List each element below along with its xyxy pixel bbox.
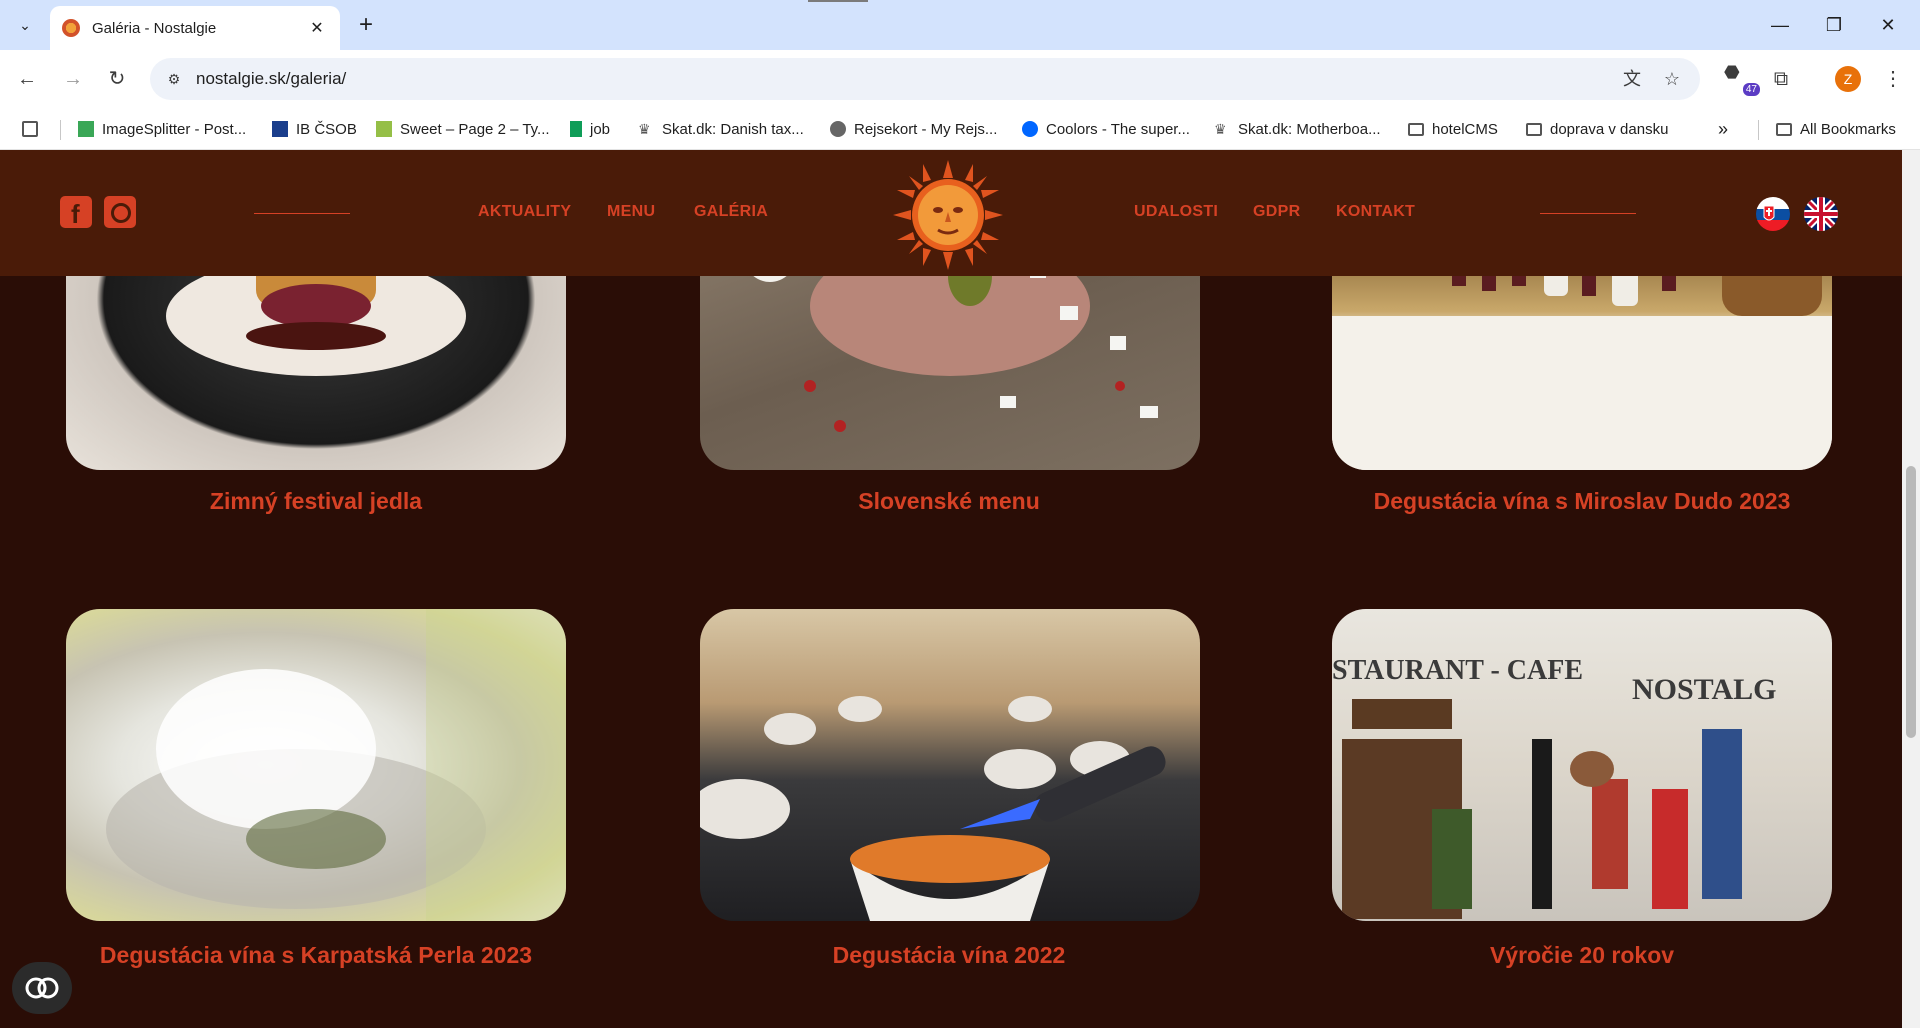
nav-galeria[interactable]: GALÉRIA	[694, 203, 768, 221]
shopify-icon	[376, 121, 392, 137]
back-arrow-icon[interactable]: ←	[12, 64, 42, 94]
gallery-title-miroslav-dudo[interactable]: Degustácia vína s Miroslav Dudo 2023	[1262, 488, 1902, 515]
svg-text:STAURANT - CAFE: STAURANT - CAFE	[1332, 655, 1583, 686]
bookmark-rejsekort[interactable]: Rejsekort - My Rejs...	[830, 118, 997, 140]
reload-icon[interactable]: ↻	[102, 64, 132, 94]
coolors-icon	[1022, 121, 1038, 137]
sun-logo-icon[interactable]	[893, 160, 1003, 270]
scrollbar-thumb[interactable]	[1906, 466, 1916, 738]
bookmark-star-icon[interactable]: ☆	[1660, 67, 1684, 91]
nav-aktuality[interactable]: AKTUALITY	[478, 203, 571, 221]
forward-arrow-icon[interactable]: →	[58, 64, 88, 94]
bookmark-job[interactable]: job	[570, 118, 610, 140]
extension-badge-count: 47	[1742, 83, 1760, 96]
bookmark-separator	[1758, 120, 1759, 140]
folder-icon	[1776, 122, 1792, 136]
gallery-title-vyrocie-20[interactable]: Výročie 20 rokov	[1262, 942, 1902, 969]
cookie-settings-icon	[25, 977, 59, 999]
page-scrollbar[interactable]	[1902, 150, 1920, 1028]
instagram-icon[interactable]	[104, 196, 136, 228]
restore-icon[interactable]: ❐	[1814, 10, 1854, 40]
csob-icon	[272, 121, 288, 137]
header-divider-line	[254, 213, 350, 214]
crown-icon: ♛	[1214, 121, 1227, 137]
extensions-puzzle-icon[interactable]: ⧉	[1766, 64, 1796, 94]
tab-title: Galéria - Nostalgie	[92, 19, 217, 37]
flambe-cups-photo[interactable]	[700, 609, 1200, 921]
site-header: AKTUALITY MENU GALÉRIA UDALOSTI GDPR KON…	[0, 150, 1902, 276]
tab-close-icon[interactable]: ✕	[306, 18, 328, 38]
bookmark-ib-csob[interactable]: IB ČSOB	[272, 118, 357, 140]
header-divider-line	[1540, 213, 1636, 214]
site-info-icon[interactable]: ⚙	[164, 69, 184, 89]
smoke-illustration	[106, 609, 566, 921]
nav-udalosti[interactable]: UDALOSTI	[1134, 203, 1218, 221]
crown-icon: ♛	[638, 121, 651, 137]
bookmark-separator	[60, 120, 61, 140]
tab-search-chevron-icon[interactable]: ⌄	[10, 10, 40, 40]
flambe-illustration	[700, 696, 1166, 921]
bookmark-coolors[interactable]: Coolors - The super...	[1022, 118, 1190, 140]
sheets-icon	[570, 121, 582, 137]
browser-tabstrip: ⌄ Galéria - Nostalgie ✕ + — ❐ ✕	[0, 0, 1920, 50]
bookmark-folder-hotelcms[interactable]: hotelCMS	[1408, 118, 1498, 140]
nav-menu[interactable]: MENU	[607, 203, 655, 221]
gallery-title-karpatska-perla[interactable]: Degustácia vína s Karpatská Perla 2023	[0, 942, 636, 969]
sun-favicon-icon	[62, 19, 80, 37]
browser-toolbar: ← → ↻ ⚙ nostalgie.sk/galeria/ 文 ☆ ⬣ 47 ⧉ …	[0, 50, 1920, 108]
more-bookmarks-chevron-icon[interactable]: »	[1718, 118, 1728, 140]
bookmark-imagesplitter[interactable]: ImageSplitter - Post...	[78, 118, 246, 140]
new-tab-plus-icon[interactable]: +	[352, 12, 380, 40]
translate-icon[interactable]: 文	[1620, 67, 1644, 91]
window-close-icon[interactable]: ✕	[1868, 10, 1908, 40]
gallery-title-slovenske-menu[interactable]: Slovenské menu	[629, 488, 1269, 515]
nav-kontakt[interactable]: KONTAKT	[1336, 203, 1415, 221]
cookie-consent-button[interactable]	[12, 962, 72, 1014]
browser-tab-active[interactable]: Galéria - Nostalgie ✕	[50, 6, 340, 50]
extension-icon[interactable]: ⬣ 47	[1724, 62, 1760, 96]
all-bookmarks-folder[interactable]: All Bookmarks	[1776, 118, 1896, 140]
slovak-flag-icon[interactable]	[1756, 197, 1790, 231]
imagesplitter-icon	[78, 121, 94, 137]
anniversary-illustration: STAURANT - CAFE NOSTALG	[1332, 655, 1776, 919]
address-bar[interactable]: ⚙ nostalgie.sk/galeria/ 文 ☆	[150, 58, 1700, 100]
gallery-title-zimny-festival[interactable]: Zimný festival jedla	[0, 488, 636, 515]
nav-gdpr[interactable]: GDPR	[1253, 203, 1300, 221]
folder-icon	[1408, 122, 1424, 136]
folder-icon	[1526, 122, 1542, 136]
bookmarks-bar: ImageSplitter - Post... IB ČSOB Sweet – …	[0, 108, 1920, 150]
globe-icon	[830, 121, 846, 137]
tab-scroll-indicator	[808, 0, 868, 2]
bookmark-skat-danish-tax[interactable]: ♛ Skat.dk: Danish tax...	[638, 118, 804, 140]
menu-kebab-icon[interactable]: ⋮	[1878, 64, 1908, 94]
bookmark-folder-doprava[interactable]: doprava v dansku	[1526, 118, 1668, 140]
svg-text:NOSTALG: NOSTALG	[1632, 673, 1776, 706]
minimize-icon[interactable]: —	[1760, 10, 1800, 40]
bookmark-sweet[interactable]: Sweet – Page 2 – Ty...	[376, 118, 550, 140]
facebook-icon[interactable]	[60, 196, 92, 230]
uk-flag-icon[interactable]	[1804, 197, 1838, 231]
bookmark-skat-motherboard[interactable]: ♛ Skat.dk: Motherboa...	[1214, 118, 1381, 140]
gallery-title-degustacia-2022[interactable]: Degustácia vína 2022	[629, 942, 1269, 969]
restaurant-anniversary-photo[interactable]: STAURANT - CAFE NOSTALG	[1332, 609, 1832, 921]
profile-avatar[interactable]: Z	[1835, 66, 1861, 92]
apps-grid-icon[interactable]	[22, 118, 46, 140]
smoke-dish-photo[interactable]	[66, 609, 566, 921]
url-text[interactable]: nostalgie.sk/galeria/	[196, 69, 346, 89]
